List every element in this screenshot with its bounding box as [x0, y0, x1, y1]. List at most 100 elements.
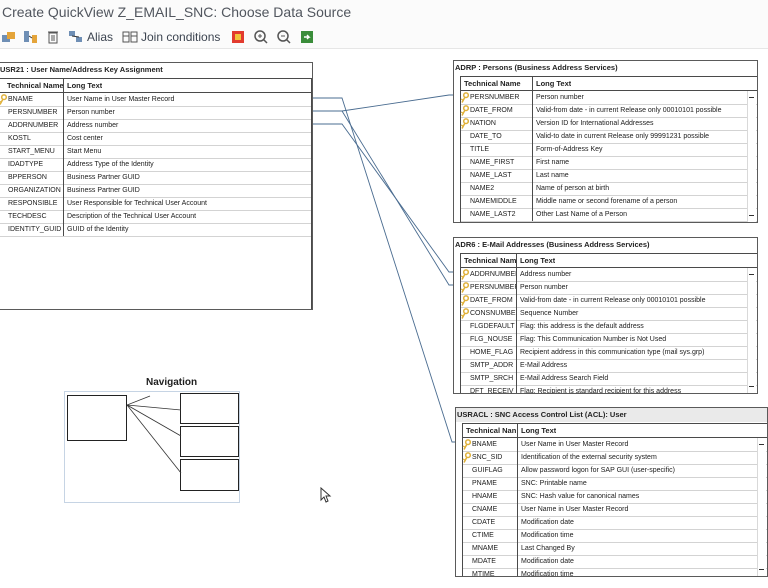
- field-long-text: Modification date: [521, 558, 574, 565]
- table-row[interactable]: ADDRNUMBER Address number: [460, 268, 757, 282]
- table-row[interactable]: PERSNUMBER Person number: [460, 91, 757, 105]
- technical-name-header[interactable]: Technical Name: [0, 79, 64, 92]
- technical-name-header[interactable]: Technical Nan: [463, 424, 518, 437]
- table-row[interactable]: HNAME SNC: Hash value for canonical names: [463, 490, 767, 504]
- table-row[interactable]: NAME_FIRST First name: [461, 156, 757, 170]
- add-table-button[interactable]: [1, 28, 17, 46]
- long-text-header[interactable]: Long Text: [518, 424, 556, 437]
- field-technical-name: SMTP_SRCH: [461, 372, 517, 385]
- table-row[interactable]: SMTP_SRCH E-Mail Address Search Field: [461, 372, 757, 386]
- table-row[interactable]: ORGANIZATION Business Partner GUID: [0, 184, 311, 198]
- table-row[interactable]: TITLE Form-of-Address Key: [461, 143, 757, 157]
- table-row[interactable]: DATE_FROM Valid-from date - in current Re…: [460, 104, 757, 118]
- table-row[interactable]: SMTP_ADDR E-Mail Address: [461, 359, 757, 373]
- key-icon: [460, 308, 470, 319]
- table-adrp[interactable]: ADRP : Persons (Business Address Service…: [453, 60, 758, 223]
- table-row[interactable]: SNC_SID Identification of the external se…: [462, 451, 767, 465]
- table-usracl[interactable]: USRACL : SNC Access Control List (ACL): …: [455, 407, 768, 577]
- table-row[interactable]: BNAME User Name in User Master Record: [462, 438, 767, 452]
- field-technical-name: SMTP_ADDR: [461, 359, 517, 372]
- zoom-out-button[interactable]: [276, 28, 292, 46]
- table-row[interactable]: PERSNUMBER Person number: [460, 281, 757, 295]
- table-row[interactable]: PERSNUMBER Person number: [0, 106, 311, 120]
- field-technical-name: RESPONSIBLE: [0, 197, 64, 210]
- table-row[interactable]: IDENTITY_GUID GUID of the Identity: [0, 223, 311, 237]
- table-row[interactable]: MTIME Modification time: [463, 568, 767, 576]
- mouse-pointer-icon: [320, 487, 332, 503]
- field-long-text: Allow password logon for SAP GUI (user-s…: [521, 467, 675, 474]
- technical-name-header[interactable]: Technical Nam: [461, 254, 517, 267]
- table-row[interactable]: CNAME User Name in User Master Record: [463, 503, 767, 517]
- table-title[interactable]: USRACL : SNC Access Control List (ACL): …: [456, 408, 767, 422]
- table-row[interactable]: CTIME Modification time: [463, 529, 767, 543]
- field-long-text: Valid-to date in current Release only 99…: [536, 133, 710, 140]
- vertical-scrollbar[interactable]: [747, 268, 756, 393]
- table-row[interactable]: NAME_LAST2 Other Last Name of a Person: [461, 208, 757, 222]
- long-text-header[interactable]: Long Text: [64, 79, 102, 92]
- table-row[interactable]: CONSNUMBER Sequence Number: [460, 307, 757, 321]
- zoom-in-icon: [254, 30, 268, 44]
- scroll-up-icon[interactable]: [749, 97, 754, 98]
- table-row[interactable]: NATION Version ID for International Addre…: [460, 117, 757, 131]
- zoom-in-button[interactable]: [253, 28, 269, 46]
- table-row[interactable]: NAME2 Name of person at birth: [461, 182, 757, 196]
- table-row[interactable]: DATE_FROM Valid-from date - in current Re…: [460, 294, 757, 308]
- table-row[interactable]: IDADTYPE Address Type of the Identity: [0, 158, 311, 172]
- table-row[interactable]: MNAME Last Changed By: [463, 542, 767, 556]
- scroll-down-icon[interactable]: [759, 569, 764, 570]
- table-row[interactable]: BNAME User Name in User Master Record: [0, 93, 311, 107]
- alias-button[interactable]: Alias: [68, 28, 113, 46]
- table-row[interactable]: CDATE Modification date: [463, 516, 767, 530]
- export-button[interactable]: [299, 28, 315, 46]
- field-technical-name: DFT_RECEIV: [461, 385, 517, 393]
- join-tables-button[interactable]: [23, 28, 39, 46]
- table-title[interactable]: ADR6 : E-Mail Addresses (Business Addres…: [454, 238, 757, 252]
- table-adr6[interactable]: ADR6 : E-Mail Addresses (Business Addres…: [453, 237, 758, 394]
- table-row[interactable]: NAME_LAST Last name: [461, 169, 757, 183]
- field-grid: Technical Nan Long Text BNAME User Name in …: [462, 423, 767, 576]
- technical-name-header[interactable]: Technical Name: [461, 77, 533, 90]
- field-long-text: E-Mail Address: [520, 362, 568, 369]
- field-technical-name: KOSTL: [0, 132, 64, 145]
- field-long-text: Business Partner GUID: [67, 174, 140, 181]
- table-row[interactable]: KOSTL Cost center: [0, 132, 311, 146]
- join-conditions-button[interactable]: Join conditions: [122, 28, 220, 46]
- field-long-text: Description of the Technical User Accoun…: [67, 213, 197, 220]
- color-legend-button[interactable]: [230, 28, 246, 46]
- table-row[interactable]: RESPONSIBLE User Responsible for Technica…: [0, 197, 311, 211]
- table-row[interactable]: DFT_RECEIV Flag: Recipient is standard re…: [461, 385, 757, 393]
- scroll-down-icon[interactable]: [749, 386, 754, 387]
- alias-label: Alias: [87, 30, 114, 44]
- table-row[interactable]: PNAME SNC: Printable name: [463, 477, 767, 491]
- field-technical-name: CDATE: [463, 516, 518, 529]
- scroll-up-icon[interactable]: [749, 274, 754, 275]
- field-long-text: Recipient address in this communication …: [520, 349, 705, 356]
- navigation-panel[interactable]: [64, 391, 240, 503]
- table-row[interactable]: START_MENU Start Menu: [0, 145, 311, 159]
- table-row[interactable]: GUIFLAG Allow password logon for SAP GUI …: [463, 464, 767, 478]
- table-row[interactable]: FLGDEFAULT Flag: this address is the defa…: [461, 320, 757, 334]
- field-technical-name: HNAME: [463, 490, 518, 503]
- delete-button[interactable]: [45, 28, 61, 46]
- field-technical-name: NAME_FIRST: [461, 156, 533, 169]
- table-row[interactable]: FLG_NOUSE Flag: This Communication Number…: [461, 333, 757, 347]
- table-title[interactable]: USR21 : User Name/Address Key Assignment: [0, 63, 312, 77]
- table-row[interactable]: ADDRNUMBER Address number: [0, 119, 311, 133]
- table-row[interactable]: BPPERSON Business Partner GUID: [0, 171, 311, 185]
- table-title[interactable]: ADRP : Persons (Business Address Service…: [454, 61, 757, 75]
- table-usr21[interactable]: USR21 : User Name/Address Key Assignment…: [0, 62, 313, 310]
- long-text-header[interactable]: Long Text: [533, 77, 571, 90]
- field-technical-name: TITLE: [461, 143, 533, 156]
- table-row[interactable]: TECHDESC Description of the Technical Use…: [0, 210, 311, 224]
- table-row[interactable]: DATE_TO Valid-to date in current Release …: [461, 130, 757, 144]
- long-text-header[interactable]: Long Text: [517, 254, 555, 267]
- delete-icon: [48, 31, 58, 44]
- table-row[interactable]: MDATE Modification date: [463, 555, 767, 569]
- field-technical-name: PNAME: [463, 477, 518, 490]
- vertical-scrollbar[interactable]: [747, 91, 756, 222]
- scroll-up-icon[interactable]: [759, 444, 764, 445]
- table-row[interactable]: NAMEMIDDLE Middle name or second forename…: [461, 195, 757, 209]
- table-row[interactable]: HOME_FLAG Recipient address in this commu…: [461, 346, 757, 360]
- vertical-scrollbar[interactable]: [757, 438, 766, 576]
- scroll-down-icon[interactable]: [749, 215, 754, 216]
